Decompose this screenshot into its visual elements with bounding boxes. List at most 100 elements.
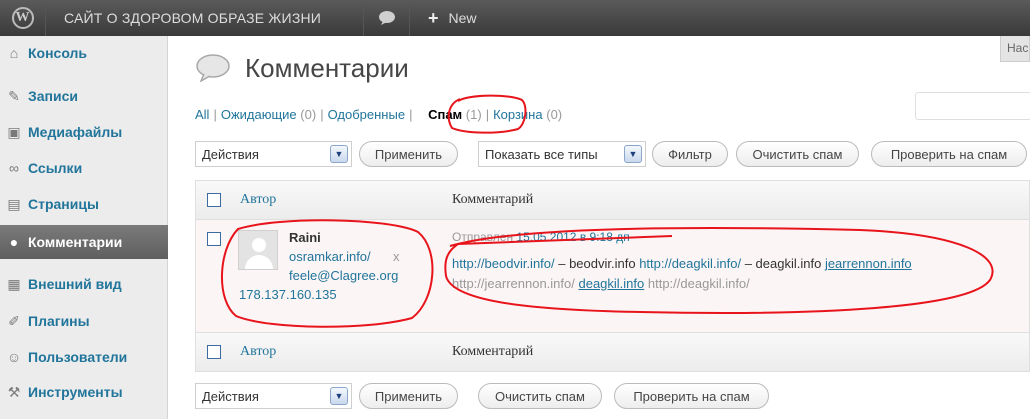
empty-spam-button[interactable]: Очистить спам — [736, 141, 859, 167]
wordpress-logo-button[interactable]: W — [0, 0, 46, 36]
comment-link[interactable]: http://deagkil.info/ — [639, 256, 741, 271]
sidebar-item-pushpin[interactable]: ✎ Записи — [0, 79, 168, 113]
separator: | — [409, 107, 413, 122]
sidebar-item-label: Комментарии — [28, 234, 123, 250]
appearance-icon: ▦ — [7, 275, 21, 292]
separator — [416, 107, 428, 122]
search-input[interactable] — [915, 92, 1030, 120]
new-content-button[interactable]: + New — [410, 0, 491, 36]
filter-button[interactable]: Фильтр — [652, 141, 728, 167]
sidebar-item-label: Ссылки — [28, 160, 83, 176]
sidebar-item-label: Консоль — [28, 45, 88, 61]
submitted-on: Отправлен 15.05.2012 в 9:18 дп — [452, 230, 630, 244]
row-checkbox[interactable] — [207, 232, 221, 246]
admin-bar: W Сайт о здоровом образе жизни + New — [0, 0, 1030, 36]
bulk-action-select-bottom[interactable]: Действия ▼ — [195, 383, 352, 409]
new-label: New — [448, 10, 477, 26]
trash-count: (0) — [546, 107, 563, 122]
comment-text: http://jearrennon.info/ — [452, 276, 579, 291]
avatar-head — [252, 238, 266, 252]
sidebar-item-home[interactable]: ⌂ Консоль — [0, 36, 168, 70]
sidebar-item-appearance[interactable]: ▦ Внешний вид — [0, 267, 168, 301]
bulk-action-select[interactable]: Действия ▼ — [195, 141, 352, 167]
sidebar-item-label: Пользователи — [28, 349, 128, 365]
column-comment-header: Комментарий — [452, 192, 534, 207]
page-title: Комментарии — [245, 53, 409, 83]
status-filter-links: All | Ожидающие (0) | Одобренные | Спам (1) | К… — [195, 107, 562, 122]
sidebar-item-plugins[interactable]: ✐ Плагины — [0, 304, 168, 338]
filter-trash-link[interactable]: Корзина — [493, 107, 543, 122]
sidebar-item-users[interactable]: ☺ Пользователи — [0, 340, 168, 374]
sidebar-item-comments[interactable]: ● Комментарии — [0, 225, 168, 259]
bulk-action-value: Действия — [202, 146, 259, 162]
comment-text-line: http://jearrennon.info/ deagkil.info htt… — [452, 276, 750, 291]
sidebar-item-pages[interactable]: ▤ Страницы — [0, 187, 168, 221]
check-spam-button[interactable]: Проверить на спам — [871, 141, 1027, 167]
submitted-date-link[interactable]: 15.05.2012 в 9:18 дп — [516, 230, 629, 244]
bulk-action-value: Действия — [202, 388, 259, 404]
author-email-link[interactable]: feele@Clagree.org — [289, 268, 398, 283]
avatar-body — [245, 255, 273, 269]
help-tab[interactable]: Нас — [1000, 36, 1030, 62]
comments-icon: ● — [9, 234, 19, 250]
sidebar-item-link[interactable]: ∞ Ссылки — [0, 151, 168, 185]
sidebar-item-label: Внешний вид — [28, 276, 122, 292]
site-name-link[interactable]: Сайт о здоровом образе жизни — [46, 0, 364, 36]
chevron-down-icon: ▼ — [330, 387, 348, 405]
apply-button-bottom[interactable]: Применить — [359, 383, 458, 409]
table-header: Автор Комментарий — [195, 180, 1030, 220]
sidebar-item-label: Инструменты — [28, 384, 123, 400]
sidebar-item-label: Записи — [28, 88, 79, 104]
comment-type-select[interactable]: Показать все типы ▼ — [478, 141, 646, 167]
select-all-checkbox[interactable] — [207, 193, 221, 207]
link-icon: ∞ — [9, 160, 19, 176]
pages-icon: ▤ — [7, 195, 21, 212]
separator: | — [485, 107, 490, 122]
comment-text: http://deagkil.info/ — [644, 276, 750, 291]
submitted-prefix: Отправлен — [452, 230, 514, 244]
comments-button[interactable] — [364, 0, 410, 36]
media-icon: ▣ — [7, 123, 21, 140]
table-row: Raini osramkar.info/ x feele@Clagree.org… — [195, 220, 1030, 332]
comment-link[interactable]: http://beodvir.info/ — [452, 256, 555, 271]
pushpin-icon: ✎ — [8, 87, 20, 104]
home-icon: ⌂ — [9, 45, 19, 61]
comment-type-value: Показать все типы — [485, 146, 598, 162]
empty-spam-button-bottom[interactable]: Очистить спам — [478, 383, 602, 409]
comment-link[interactable]: deagkil.info — [578, 276, 644, 291]
author-url-x: x — [393, 249, 400, 264]
column-comment-footer: Комментарий — [452, 344, 534, 359]
column-author-header[interactable]: Автор — [240, 192, 276, 208]
chevron-down-icon: ▼ — [330, 145, 348, 163]
apply-button[interactable]: Применить — [359, 141, 458, 167]
comment-text-line: http://beodvir.info/ – beodvir.info http… — [452, 256, 912, 271]
separator: | — [320, 107, 324, 122]
plus-icon: + — [428, 7, 439, 28]
table-footer: Автор Комментарий — [195, 332, 1030, 372]
main-content: Нас Комментарии All | Ожидающие (0) | Одобре… — [169, 36, 1030, 419]
author-ip-link[interactable]: 178.137.160.135 — [239, 287, 337, 302]
avatar — [238, 230, 278, 270]
filter-all-link[interactable]: All — [195, 107, 209, 122]
plugins-icon: ✐ — [8, 312, 20, 329]
column-author-footer[interactable]: Автор — [240, 344, 276, 360]
wordpress-logo-icon: W — [11, 7, 34, 29]
sidebar-item-media[interactable]: ▣ Медиафайлы — [0, 115, 168, 149]
filter-pending-link[interactable]: Ожидающие — [221, 107, 297, 122]
tools-icon: ⚒ — [7, 383, 21, 400]
select-all-checkbox-bottom[interactable] — [207, 345, 221, 359]
sidebar-item-label: Плагины — [28, 313, 90, 329]
separator: | — [213, 107, 217, 122]
sidebar-item-tools[interactable]: ⚒ Инструменты — [0, 375, 168, 409]
comment-text: – beodvir.info — [554, 256, 640, 271]
sidebar-item-label: Медиафайлы — [28, 124, 123, 140]
speech-bubble-icon — [378, 11, 395, 25]
comment-link[interactable]: jearrennon.info — [825, 256, 912, 271]
check-spam-button-bottom[interactable]: Проверить на спам — [614, 383, 769, 409]
comments-page-icon — [196, 54, 230, 82]
author-url-link[interactable]: osramkar.info/ — [289, 249, 371, 264]
admin-sidebar: ⌂ Консоль ✎ Записи ▣ Медиафайлы ∞ Ссылки ▤ Страни… — [0, 36, 168, 419]
filter-approved-link[interactable]: Одобренные — [328, 107, 405, 122]
filter-spam-link[interactable]: Спам — [428, 107, 462, 122]
pending-count: (0) — [300, 107, 317, 122]
